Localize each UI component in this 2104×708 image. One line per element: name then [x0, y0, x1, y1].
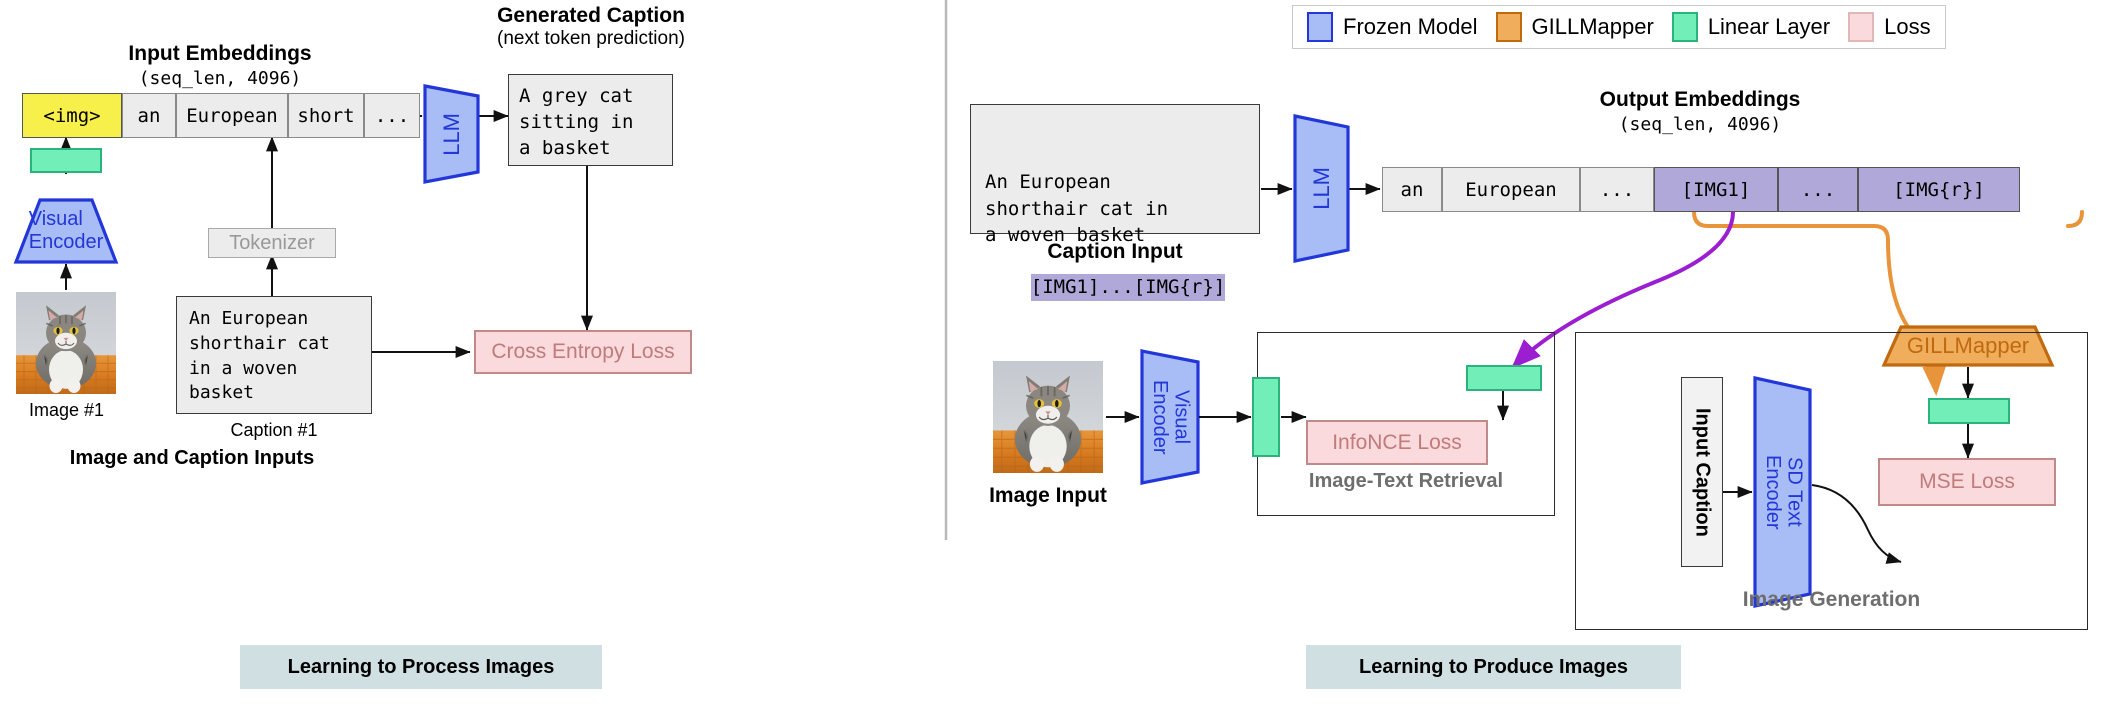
sd-text-encoder[interactable]: SD Text Encoder: [1755, 378, 1811, 606]
legend-swatch-gillmapper: [1495, 12, 1522, 42]
input-caption-label: Input Caption: [1691, 407, 1714, 537]
caption-number-label: Caption #1: [230, 420, 318, 440]
image-generation-label: Image Generation: [1742, 588, 1921, 611]
linear-layer-retrieval-text[interactable]: [1466, 365, 1542, 391]
out-token-an[interactable]: an: [1382, 167, 1442, 212]
visual-encoder-left[interactable]: Visual Encoder: [16, 200, 116, 262]
input-caption-box: Input Caption: [1681, 377, 1723, 567]
out-token-img-ellipsis[interactable]: ...: [1778, 167, 1858, 212]
generated-caption-box: A grey cat sitting in a basket: [508, 74, 673, 166]
gillmapper-block[interactable]: GILLMapper: [1884, 327, 2052, 365]
legend-label-gillmapper: GILLMapper: [1531, 14, 1654, 39]
legend: Frozen Model GILLMapper Linear Layer Los…: [1292, 5, 1946, 49]
linear-layer-image-feature[interactable]: [1252, 377, 1280, 457]
generated-caption-subtitle: (next token prediction): [497, 28, 685, 49]
legend-swatch-frozen-model: [1307, 12, 1333, 42]
caption-input-text: An European shorthair cat in a woven bas…: [985, 171, 1169, 246]
caption-input-box-left: An European shorthair cat in a woven bas…: [176, 296, 372, 414]
generated-caption-title: Generated Caption: [497, 4, 685, 27]
diagram-root: Input Embeddings (seq_len, 4096) <img> a…: [0, 0, 2104, 708]
linear-layer-visual[interactable]: [30, 148, 102, 173]
infonce-loss-box: InfoNCE Loss: [1306, 420, 1488, 465]
caption-input-label: Caption Input: [1047, 240, 1183, 263]
banner-learning-to-produce-images: Learning to Produce Images: [1306, 645, 1681, 689]
image-input-label: Image Input: [989, 484, 1107, 507]
out-token-ellipsis[interactable]: ...: [1580, 167, 1654, 212]
legend-swatch-loss: [1848, 12, 1875, 42]
input-embeddings-token-row: <img> an European short ...: [22, 93, 420, 138]
legend-label-linear-layer: Linear Layer: [1707, 14, 1831, 39]
sd-text-encoder-label: SD Text Encoder: [1762, 454, 1806, 530]
banner-learning-to-process-images: Learning to Process Images: [240, 645, 602, 689]
out-token-img1[interactable]: [IMG1]: [1654, 167, 1778, 212]
llm-left[interactable]: LLM: [425, 86, 478, 182]
cross-entropy-loss-box: Cross Entropy Loss: [474, 330, 692, 374]
token-short[interactable]: short: [288, 93, 364, 138]
caption-input-img-tokens: [IMG1]...[IMG{r}]: [1030, 274, 1226, 301]
mse-loss-box: MSE Loss: [1878, 458, 2056, 506]
token-an[interactable]: an: [122, 93, 176, 138]
out-token-european[interactable]: European: [1442, 167, 1580, 212]
image-text-retrieval-label: Image-Text Retrieval: [1308, 470, 1504, 492]
legend-swatch-linear-layer: [1671, 12, 1698, 42]
legend-label-frozen-model: Frozen Model: [1343, 14, 1478, 39]
token-ellipsis[interactable]: ...: [364, 93, 420, 138]
visual-encoder-right[interactable]: Visual Encoder: [1142, 351, 1198, 483]
image-number-label: Image #1: [28, 400, 105, 420]
token-european[interactable]: European: [176, 93, 288, 138]
gillmapper-label: GILLMapper: [1906, 333, 2030, 358]
caption-input-box-right: An European shorthair cat in a woven bas…: [970, 104, 1260, 301]
output-embeddings-title: Output Embeddings: [1599, 88, 1801, 111]
output-embeddings-shape: (seq_len, 4096): [1618, 114, 1782, 135]
llm-label: LLM: [438, 112, 464, 156]
input-embeddings-title: Input Embeddings: [128, 42, 312, 65]
visual-encoder-label-right: Visual Encoder: [1149, 379, 1193, 455]
linear-layer-generation[interactable]: [1928, 398, 2010, 424]
image-and-caption-inputs-label: Image and Caption Inputs: [69, 447, 315, 469]
visual-encoder-label: Visual Encoder: [28, 208, 104, 253]
token-img[interactable]: <img>: [22, 93, 122, 138]
llm-label-right: LLM: [1308, 167, 1334, 210]
llm-right[interactable]: LLM: [1295, 116, 1348, 261]
out-token-imgr[interactable]: [IMG{r}]: [1858, 167, 2020, 212]
input-embeddings-shape: (seq_len, 4096): [138, 68, 302, 89]
legend-label-loss: Loss: [1884, 14, 1931, 39]
output-embeddings-token-row: an European ... [IMG1] ... [IMG{r}]: [1382, 167, 2020, 212]
tokenizer-box[interactable]: Tokenizer: [208, 228, 336, 258]
